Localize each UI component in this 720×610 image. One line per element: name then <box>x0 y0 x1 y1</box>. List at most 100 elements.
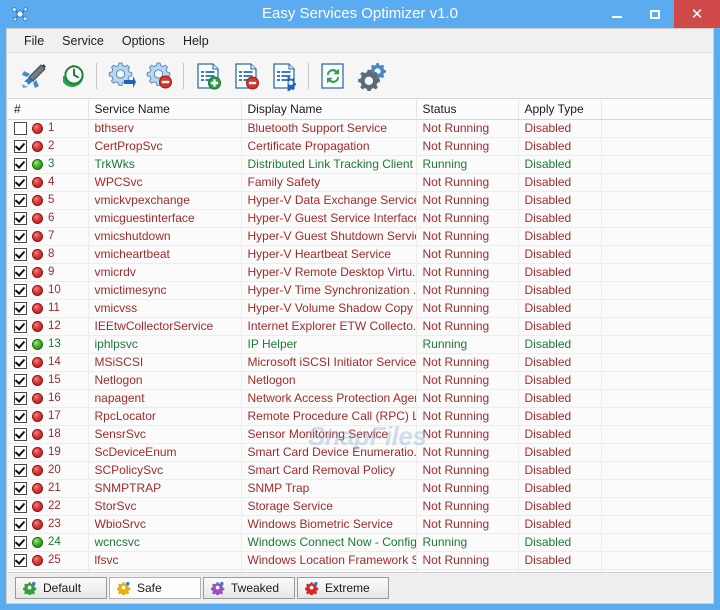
table-row[interactable]: 11 vmicvss Hyper-V Volume Shadow Copy ... N… <box>8 299 712 318</box>
row-checkbox[interactable] <box>14 373 27 387</box>
row-checkbox[interactable] <box>14 175 27 189</box>
row-number-cell[interactable]: 17 <box>8 407 89 426</box>
table-row[interactable]: 23 WbioSrvc Windows Biometric Service Not R… <box>8 515 712 534</box>
table-row[interactable]: 1 bthserv Bluetooth Support Service Not Run… <box>8 119 712 138</box>
row-number-cell[interactable]: 8 <box>8 245 89 264</box>
row-number-cell[interactable]: 13 <box>8 335 89 354</box>
row-checkbox[interactable] <box>14 355 27 369</box>
table-row[interactable]: 25 lfsvc Windows Location Framework S... No… <box>8 551 712 570</box>
table-row[interactable]: 14 MSiSCSI Microsoft iSCSI Initiator Servi… <box>8 353 712 372</box>
table-row[interactable]: 3 TrkWks Distributed Link Tracking Client R… <box>8 155 712 174</box>
grid-body[interactable]: 1 bthserv Bluetooth Support Service Not Run… <box>8 119 712 572</box>
gears-button[interactable] <box>352 57 390 95</box>
menu-help[interactable]: Help <box>174 32 218 50</box>
row-number-cell[interactable]: 11 <box>8 299 89 318</box>
table-row[interactable]: 6 vmicguestinterface Hyper-V Guest Service… <box>8 209 712 228</box>
table-row[interactable]: 2 CertPropSvc Certificate Propagation Not R… <box>8 137 712 156</box>
row-checkbox[interactable] <box>14 121 27 135</box>
menu-file[interactable]: File <box>15 32 53 50</box>
document-settings-button[interactable] <box>265 57 303 95</box>
table-row[interactable]: 15 Netlogon Netlogon Not Running Disabled <box>8 371 712 390</box>
rocket-button[interactable] <box>15 57 53 95</box>
row-number-cell[interactable]: 7 <box>8 227 89 246</box>
row-number-cell[interactable]: 25 <box>8 551 89 570</box>
table-row[interactable]: 4 WPCSvc Family Safety Not Running Disabled <box>8 173 712 192</box>
column-service-name[interactable]: Service Name <box>88 99 242 120</box>
table-row[interactable]: 8 vmicheartbeat Hyper-V Heartbeat Service N… <box>8 245 712 264</box>
row-number-cell[interactable]: 4 <box>8 173 89 192</box>
row-checkbox[interactable] <box>14 427 27 441</box>
maximize-button[interactable] <box>636 0 674 28</box>
row-number-cell[interactable]: 16 <box>8 389 89 408</box>
row-checkbox[interactable] <box>14 265 27 279</box>
restore-clock-button[interactable] <box>53 57 91 95</box>
row-number-cell[interactable]: 20 <box>8 461 89 480</box>
gear-start-button[interactable] <box>102 57 140 95</box>
column-number[interactable]: # <box>8 99 89 120</box>
row-checkbox[interactable] <box>14 139 27 153</box>
tab-tweaked[interactable]: Tweaked <box>203 576 295 599</box>
table-row[interactable]: 19 ScDeviceEnum Smart Card Device Enumerat… <box>8 443 712 462</box>
row-checkbox[interactable] <box>14 319 27 333</box>
row-checkbox[interactable] <box>14 445 27 459</box>
row-checkbox[interactable] <box>14 499 27 513</box>
row-checkbox[interactable] <box>14 553 27 567</box>
table-row[interactable]: 18 SensrSvc Sensor Monitoring Service Not R… <box>8 425 712 444</box>
document-add-button[interactable] <box>189 57 227 95</box>
row-checkbox[interactable] <box>14 409 27 423</box>
table-row[interactable]: 12 IEEtwCollectorService Internet Explorer… <box>8 317 712 336</box>
row-number-cell[interactable]: 21 <box>8 479 89 498</box>
row-number-cell[interactable]: 22 <box>8 497 89 516</box>
document-remove-button[interactable] <box>227 57 265 95</box>
table-row[interactable]: 9 vmicrdv Hyper-V Remote Desktop Virtu... N… <box>8 263 712 282</box>
row-checkbox[interactable] <box>14 229 27 243</box>
column-apply-type[interactable]: Apply Type <box>518 99 602 120</box>
row-checkbox[interactable] <box>14 391 27 405</box>
row-checkbox[interactable] <box>14 247 27 261</box>
row-number-cell[interactable]: 5 <box>8 191 89 210</box>
row-checkbox[interactable] <box>14 517 27 531</box>
close-button[interactable]: ✕ <box>674 0 720 28</box>
row-number-cell[interactable]: 2 <box>8 137 89 156</box>
menu-options[interactable]: Options <box>113 32 174 50</box>
row-number-cell[interactable]: 10 <box>8 281 89 300</box>
menu-service[interactable]: Service <box>53 32 113 50</box>
row-checkbox[interactable] <box>14 301 27 315</box>
row-checkbox[interactable] <box>14 535 27 549</box>
table-row[interactable]: 21 SNMPTRAP SNMP Trap Not Running Disabled <box>8 479 712 498</box>
row-number-cell[interactable]: 24 <box>8 533 89 552</box>
tab-safe[interactable]: Safe <box>109 576 201 599</box>
table-row[interactable]: 24 wcncsvc Windows Connect Now - Config...… <box>8 533 712 552</box>
column-display-name[interactable]: Display Name <box>241 99 417 120</box>
column-status[interactable]: Status <box>416 99 519 120</box>
table-row[interactable]: 10 vmictimesync Hyper-V Time Synchronizati… <box>8 281 712 300</box>
row-checkbox[interactable] <box>14 157 27 171</box>
table-row[interactable]: 7 vmicshutdown Hyper-V Guest Shutdown Serv… <box>8 227 712 246</box>
table-row[interactable]: 17 RpcLocator Remote Procedure Call (RPC) … <box>8 407 712 426</box>
tab-default[interactable]: Default <box>15 576 107 599</box>
row-number-cell[interactable]: 12 <box>8 317 89 336</box>
row-number-cell[interactable]: 19 <box>8 443 89 462</box>
row-checkbox[interactable] <box>14 463 27 477</box>
row-number-cell[interactable]: 15 <box>8 371 89 390</box>
row-number-cell[interactable]: 18 <box>8 425 89 444</box>
row-checkbox[interactable] <box>14 337 27 351</box>
table-row[interactable]: 20 SCPolicySvc Smart Card Removal Policy No… <box>8 461 712 480</box>
row-number-cell[interactable]: 9 <box>8 263 89 282</box>
table-row[interactable]: 13 iphlpsvc IP Helper Running Disabled <box>8 335 712 354</box>
row-checkbox[interactable] <box>14 211 27 225</box>
row-number-cell[interactable]: 14 <box>8 353 89 372</box>
tab-extreme[interactable]: Extreme <box>297 576 389 599</box>
table-row[interactable]: 16 napagent Network Access Protection Agen… <box>8 389 712 408</box>
table-row[interactable]: 5 vmickvpexchange Hyper-V Data Exchange Se… <box>8 191 712 210</box>
row-number-cell[interactable]: 1 <box>8 119 89 138</box>
row-number-cell[interactable]: 6 <box>8 209 89 228</box>
row-checkbox[interactable] <box>14 193 27 207</box>
gear-stop-button[interactable] <box>140 57 178 95</box>
row-checkbox[interactable] <box>14 283 27 297</box>
row-checkbox[interactable] <box>14 481 27 495</box>
row-number-cell[interactable]: 23 <box>8 515 89 534</box>
services-grid[interactable]: # Service Name Display Name Status Apply Typ… <box>8 99 712 572</box>
column-spacer[interactable] <box>601 99 712 120</box>
row-number-cell[interactable]: 3 <box>8 155 89 174</box>
